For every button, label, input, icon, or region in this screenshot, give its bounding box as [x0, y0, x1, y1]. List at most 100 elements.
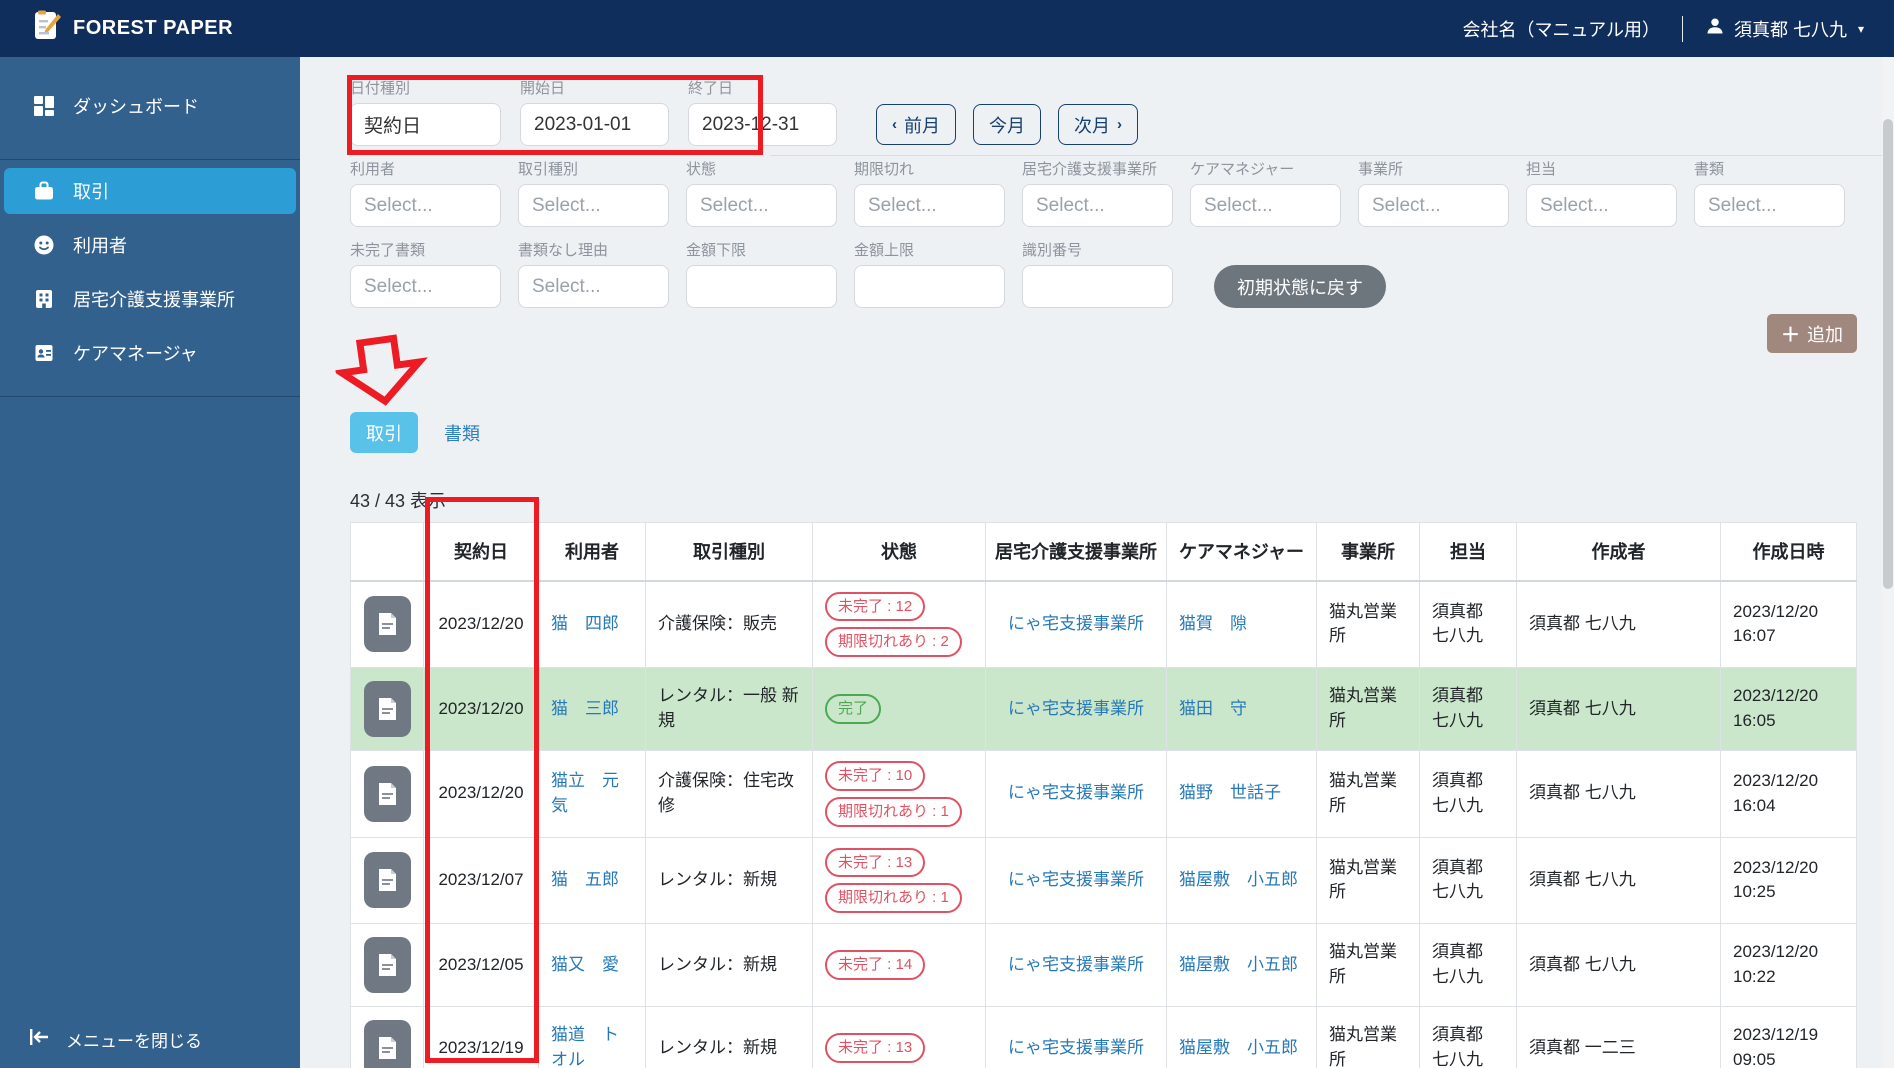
tab-transactions[interactable]: 取引 [350, 412, 418, 453]
chevron-left-icon: ‹ [892, 116, 897, 133]
document-cell [350, 1006, 424, 1068]
filter-input[interactable] [1022, 265, 1173, 308]
filter-select[interactable]: Select... [518, 265, 669, 308]
document-icon-button[interactable] [363, 596, 411, 653]
office-link[interactable]: にゃ宅支援事業所 [1008, 783, 1144, 802]
topbar-divider [1681, 15, 1683, 42]
care-manager-link[interactable]: 猫野 世話子 [1179, 783, 1281, 802]
transaction-type-cell: レンタル：一般 新規 [645, 667, 813, 751]
document-icon-button[interactable] [363, 765, 411, 822]
tab-documents[interactable]: 書類 [440, 412, 484, 453]
filter-select[interactable]: Select... [1022, 184, 1173, 227]
filter-input[interactable] [854, 265, 1005, 308]
filter-select[interactable]: Select... [350, 265, 501, 308]
filter-select[interactable]: Select... [1358, 184, 1509, 227]
prev-month-button[interactable]: ‹ 前月 [876, 104, 956, 145]
date-type-select[interactable]: 契約日 [350, 103, 501, 146]
status-cell-wrap: 未完了 : 13 期限切れあり : 1 [812, 836, 986, 924]
sidebar: ダッシュボード 取引 利用者 居宅介護支援事業所 ケアマネージャ メニューを閉じ… [0, 57, 300, 1068]
user-name: 須真都 七八九 [1733, 19, 1847, 40]
office-link[interactable]: にゃ宅支援事業所 [1008, 870, 1144, 889]
filter-select[interactable]: Select... [854, 184, 1005, 227]
staff-cell: 須真都 七八九 [1419, 750, 1517, 838]
document-cell [350, 923, 424, 1007]
transaction-type-cell: レンタル：新規 [645, 1006, 813, 1068]
office-link[interactable]: にゃ宅支援事業所 [1008, 699, 1144, 718]
end-date-input[interactable] [688, 103, 837, 146]
column-header: 担当 [1419, 522, 1517, 582]
document-icon-button[interactable] [363, 681, 411, 737]
staff-cell: 須真都 七八九 [1419, 580, 1517, 668]
add-button[interactable]: ＋ 追加 [1766, 314, 1857, 353]
office-link[interactable]: にゃ宅支援事業所 [1008, 1038, 1144, 1057]
sidebar-item-home-care-office[interactable]: 居宅介護支援事業所 [4, 276, 296, 322]
document-icon-button[interactable] [363, 1020, 411, 1068]
column-header: 事業所 [1316, 522, 1420, 582]
creator-cell: 須真都 一二三 [1516, 1006, 1721, 1068]
staff-cell: 須真都 七八九 [1419, 667, 1517, 751]
filter-select[interactable]: Select... [350, 184, 501, 227]
care-manager-icon [32, 342, 56, 364]
filter-field: 未完了書類 Select... [350, 239, 501, 308]
filter-label: 居宅介護支援事業所 [1022, 161, 1158, 178]
user-link[interactable]: 猫 四郎 [551, 614, 619, 633]
user-menu[interactable]: 須真都 七八九 ▾ [1705, 16, 1864, 42]
reset-filters-button[interactable]: 初期状態に戻す [1214, 265, 1386, 308]
close-menu-button[interactable]: メニューを閉じる [28, 1027, 202, 1052]
scrollbar[interactable] [1882, 57, 1894, 1068]
filter-label: 終了日 [688, 80, 734, 97]
sidebar-item-care-manager[interactable]: ケアマネージャ [4, 330, 296, 376]
this-month-button[interactable]: 今月 [973, 104, 1041, 145]
start-date-input[interactable] [520, 103, 669, 146]
users-icon [32, 234, 56, 256]
filter-input[interactable] [686, 265, 837, 308]
care-manager-link[interactable]: 猫田 守 [1179, 699, 1247, 718]
document-icon-button[interactable] [363, 937, 411, 993]
filter-select[interactable]: Select... [1190, 184, 1341, 227]
filter-select[interactable]: Select... [518, 184, 669, 227]
start-date-field: 開始日 [520, 77, 669, 146]
filter-divider [770, 155, 1882, 156]
status-cell-wrap: 完了 [812, 667, 986, 751]
user-cell: 猫 五郎 [538, 836, 646, 924]
user-link[interactable]: 猫 三郎 [551, 699, 619, 718]
next-month-button[interactable]: 次月 › [1058, 104, 1138, 145]
status-badge: 期限切れあり : 1 [825, 883, 962, 913]
sidebar-item-users[interactable]: 利用者 [4, 222, 296, 268]
user-icon [1705, 16, 1725, 41]
office-link[interactable]: にゃ宅支援事業所 [1008, 614, 1144, 633]
status-badge: 未完了 : 13 [825, 1033, 926, 1063]
care-manager-link[interactable]: 猫賀 隙 [1179, 614, 1247, 633]
care-manager-link[interactable]: 猫屋敷 小五郎 [1179, 870, 1298, 889]
table-row: 2023/12/05 猫又 愛 レンタル：新規 未完了 : 14 にゃ宅支援事業所 猫屋敷… [350, 923, 1857, 1007]
user-cell: 猫道 トオル [538, 1006, 646, 1068]
document-icon-button[interactable] [363, 852, 411, 909]
scrollbar-thumb[interactable] [1883, 119, 1893, 589]
care-manager-cell: 猫田 守 [1166, 667, 1317, 751]
filter-select[interactable]: Select... [1694, 184, 1845, 227]
care-manager-link[interactable]: 猫屋敷 小五郎 [1179, 1038, 1298, 1057]
sidebar-item-transactions[interactable]: 取引 [4, 168, 296, 214]
filter-field: 識別番号 [1022, 239, 1173, 308]
care-manager-cell: 猫屋敷 小五郎 [1166, 923, 1317, 1007]
user-link[interactable]: 猫立 元気 [551, 771, 619, 815]
staff-cell: 須真都 七八九 [1419, 1006, 1517, 1068]
user-link[interactable]: 猫道 トオル [551, 1025, 619, 1068]
status-badge: 未完了 : 10 [825, 761, 926, 791]
status-badges: 完了 [825, 694, 973, 724]
office-cell: にゃ宅支援事業所 [985, 580, 1167, 668]
care-manager-link[interactable]: 猫屋敷 小五郎 [1179, 955, 1298, 974]
office-link[interactable]: にゃ宅支援事業所 [1008, 955, 1144, 974]
table-header-row: 契約日 利用者 取引種別 状態 居宅介護支援事業所 ケアマネジャー 事業所 担当 作成者 作成日時 [350, 522, 1857, 582]
filter-label: ケアマネジャー [1190, 161, 1295, 178]
end-date-field: 終了日 [688, 77, 837, 146]
sidebar-item-dashboard[interactable]: ダッシュボード [4, 83, 296, 129]
filter-select[interactable]: Select... [1526, 184, 1677, 227]
user-link[interactable]: 猫又 愛 [551, 955, 619, 974]
user-link[interactable]: 猫 五郎 [551, 870, 619, 889]
brand: FOREST PAPER [34, 10, 233, 47]
status-badge: 未完了 : 12 [825, 591, 926, 622]
created-at-cell: 2023/12/20 16:04 [1720, 750, 1857, 838]
filter-select[interactable]: Select... [686, 184, 837, 227]
status-badges: 未完了 : 13 [825, 1033, 973, 1063]
